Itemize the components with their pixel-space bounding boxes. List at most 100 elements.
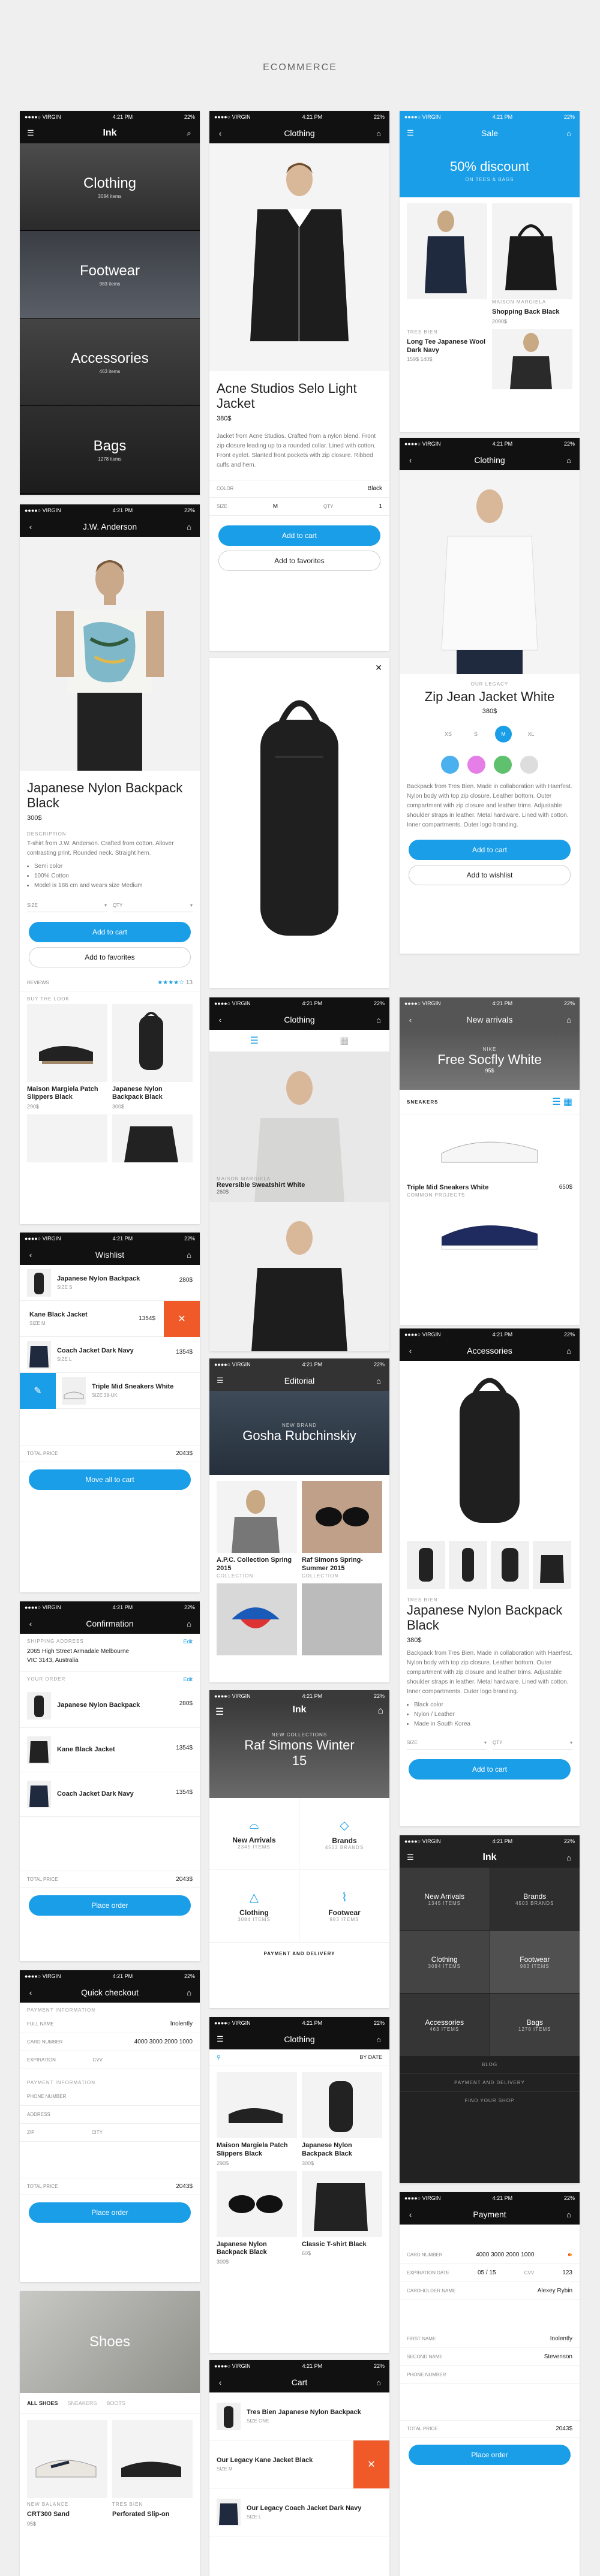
bags-tile[interactable]: Bags 1278 items <box>490 1994 580 2056</box>
thumbnail[interactable] <box>407 1541 445 1589</box>
add-to-favorites-button[interactable]: Add to favorites <box>218 550 380 571</box>
cart-icon[interactable]: ⌂ <box>377 1706 383 1717</box>
grid-view-icon[interactable]: ▦ <box>340 1035 349 1047</box>
place-order-button[interactable]: Place order <box>409 2445 571 2465</box>
thumbnail[interactable] <box>491 1541 529 1589</box>
editorial-item[interactable]: Raf Simons Spring-Summer 2015 COLLECTION <box>302 1481 382 1579</box>
cart-icon[interactable]: ⌂ <box>374 1376 383 1385</box>
grid-item[interactable]: Japanese Nylon Backpack Black 300$ <box>302 2072 382 2166</box>
sort-select[interactable]: BY DATE <box>359 2054 382 2061</box>
phone-field[interactable]: PHONE NUMBER <box>400 2366 580 2384</box>
cart-icon[interactable]: ⌂ <box>374 1015 383 1024</box>
arrival-item[interactable]: Triple Mid Sneakers White COMMON PROJECTS… <box>400 1180 580 1198</box>
jacket-item[interactable] <box>209 1202 389 1351</box>
tab-sneakers[interactable]: SNEAKERS <box>407 1099 438 1105</box>
sale-banner[interactable]: 50% discount ON TEES & BAGS <box>400 143 580 197</box>
editorial-hero[interactable]: NEW BRAND Gosha Rubchinskiy <box>209 1391 389 1475</box>
cart-icon[interactable]: ⌂ <box>564 128 574 138</box>
reviews-row[interactable]: REVIEWS ★★★★☆ 13 <box>20 975 200 991</box>
delete-icon[interactable]: ✕ <box>164 1300 200 1337</box>
list-view-icon[interactable]: ☰ <box>250 1035 259 1047</box>
clothing-tile[interactable]: △ Clothing 3084 items <box>209 1870 299 1942</box>
edit-link[interactable]: Edit <box>183 1676 193 1682</box>
color-swatch[interactable] <box>441 756 459 774</box>
size-option[interactable]: XS <box>440 726 457 743</box>
cart-icon[interactable]: ⌂ <box>184 522 194 531</box>
add-to-favorites-button[interactable]: Add to favorites <box>29 946 191 967</box>
editorial-item-partial[interactable] <box>302 1583 382 1655</box>
cart-icon[interactable]: ⌂ <box>564 1853 574 1862</box>
address-field[interactable]: ADDRESS <box>20 2106 200 2124</box>
move-all-to-cart-button[interactable]: Move all to cart <box>29 1469 191 1490</box>
find-shop-link[interactable]: FIND YOUR SHOP <box>400 2092 580 2109</box>
tab-boots[interactable]: BOOTS <box>106 2400 125 2406</box>
cart-icon[interactable]: ⌂ <box>374 2377 383 2387</box>
payment-delivery-link[interactable]: PAYMENT AND DELIVERY <box>209 1942 389 1965</box>
menu-icon[interactable]: ☰ <box>406 128 415 138</box>
edit-icon[interactable]: ✎ <box>20 1372 56 1409</box>
cart-icon[interactable]: ⌂ <box>184 1250 194 1260</box>
size-option[interactable]: S <box>467 726 484 743</box>
back-icon[interactable]: ‹ <box>406 2210 415 2219</box>
thumbnail[interactable] <box>449 1541 487 1589</box>
add-to-cart-button[interactable]: Add to cart <box>218 525 380 546</box>
back-icon[interactable]: ‹ <box>26 1250 35 1260</box>
home-hero[interactable]: ☰ Ink ⌂ NEW COLLECTIONS Raf Simons Winte… <box>209 1702 389 1798</box>
color-swatch[interactable] <box>494 756 512 774</box>
back-icon[interactable]: ‹ <box>406 1346 415 1355</box>
sale-item[interactable]: TRES BIEN Long Tee Japanese Wool Dark Nav… <box>407 329 487 389</box>
cart-icon[interactable]: ⌂ <box>564 1346 574 1355</box>
cart-icon[interactable]: ⌂ <box>564 1015 574 1024</box>
accessories-tile[interactable]: Accessories 463 items <box>400 1994 490 2056</box>
shoe-item[interactable]: TRES BIEN Perforated Slip-on <box>112 2420 193 2527</box>
back-icon[interactable]: ‹ <box>26 1619 35 1628</box>
brands-tile[interactable]: ◇ Brands 4503 brands <box>299 1798 389 1870</box>
sale-item-partial[interactable] <box>492 329 572 389</box>
clothing-tile[interactable]: Clothing 3084 items <box>400 1931 490 1993</box>
place-order-button[interactable]: Place order <box>29 1895 191 1916</box>
menu-icon[interactable]: ☰ <box>215 2034 225 2044</box>
delete-icon[interactable]: ✕ <box>353 2440 389 2488</box>
sale-item[interactable] <box>407 203 487 324</box>
payment-delivery-link[interactable]: PAYMENT AND DELIVERY <box>400 2074 580 2092</box>
filter-icon[interactable]: ⚲ <box>217 2054 221 2061</box>
look-item-partial[interactable] <box>112 1114 193 1163</box>
full-name-field[interactable]: FULL NAME Inolently <box>20 2015 200 2033</box>
new-arrivals-tile[interactable]: ⌓ New Arrivals 2345 items <box>209 1798 299 1870</box>
thumbnail[interactable] <box>533 1541 571 1589</box>
sweatshirt-item[interactable]: MAISON MARGIELA Reversible Sweatshirt Wh… <box>209 1052 389 1202</box>
new-arrivals-tile[interactable]: New Arrivals 1345 items <box>400 1868 490 1930</box>
footwear-tile[interactable]: Footwear 983 items <box>490 1931 580 1993</box>
look-item[interactable]: Japanese Nylon Backpack Black 300$ <box>112 1003 193 1110</box>
add-to-cart-button[interactable]: Add to cart <box>29 921 191 942</box>
add-to-cart-button[interactable]: Add to cart <box>409 1759 571 1780</box>
expiration-cvv-row[interactable]: EXPIRATION DATE 05 / 15 CVV 123 <box>400 2264 580 2282</box>
color-select[interactable]: COLOR Black <box>209 479 389 498</box>
expiration-cvv-row[interactable]: EXPIRATION CVV <box>20 2051 200 2069</box>
cardholder-field[interactable]: CARDHOLDER NAME Alexey Rybin <box>400 2282 580 2300</box>
cart-icon[interactable]: ⌂ <box>564 2210 574 2219</box>
size-option[interactable]: XL <box>523 726 539 743</box>
phone-field[interactable]: PHONE NUMBER <box>20 2088 200 2106</box>
brands-tile[interactable]: Brands 4503 brands <box>490 1868 580 1930</box>
qty-select[interactable]: QTY ▾ <box>113 899 193 912</box>
second-name-field[interactable]: SECOND NAME Stevenson <box>400 2348 580 2366</box>
category-accessories[interactable]: Accessories 463 items <box>20 318 200 406</box>
menu-icon[interactable]: ☰ <box>26 128 35 138</box>
menu-icon[interactable]: ☰ <box>406 1853 415 1862</box>
category-clothing[interactable]: Clothing 3084 items <box>20 143 200 231</box>
close-icon[interactable]: ✕ <box>209 658 389 678</box>
blog-link[interactable]: BLOG <box>400 2056 580 2074</box>
back-icon[interactable]: ‹ <box>26 522 35 531</box>
grid-item[interactable]: Classic T-shirt Black 60$ <box>302 2171 382 2265</box>
back-icon[interactable]: ‹ <box>406 455 415 465</box>
tab-all-shoes[interactable]: ALL SHOES <box>27 2400 58 2406</box>
cart-item-swiped[interactable]: Our Legacy Kane Jacket Black SIZE M ✕ <box>209 2440 389 2488</box>
menu-icon[interactable]: ☰ <box>215 1706 224 1718</box>
card-number-field[interactable]: CARD NUMBER 4000 3000 2000 1000 <box>20 2033 200 2051</box>
wishlist-item[interactable]: Coach Jacket Dark Navy SIZE L 1354$ <box>20 1337 200 1373</box>
menu-icon[interactable]: ☰ <box>215 1376 225 1385</box>
sale-item[interactable]: MAISON MARGIELA Shopping Back Black 2090$ <box>492 203 572 324</box>
cart-item[interactable]: Our Legacy Coach Jacket Dark Navy SIZE L <box>209 2488 389 2536</box>
grid-item[interactable]: Maison Margiela Patch Slippers Black 290$ <box>217 2072 297 2166</box>
